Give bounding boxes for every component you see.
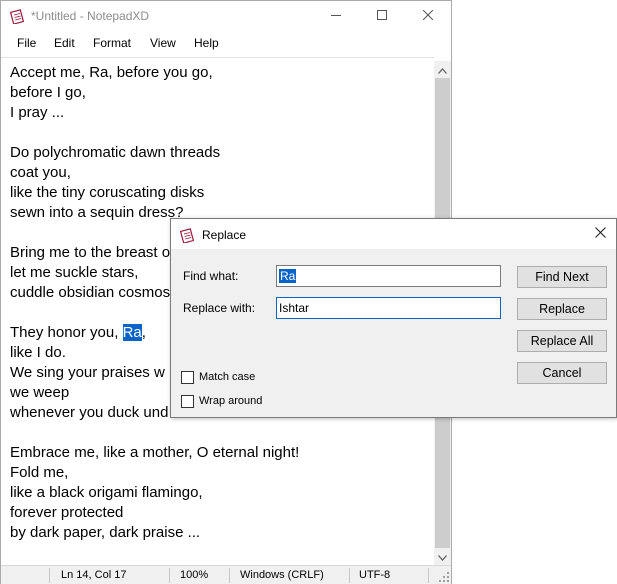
find-what-label: Find what: <box>183 269 239 283</box>
replace-all-button[interactable]: Replace All <box>517 330 607 352</box>
menu-view[interactable]: View <box>150 36 176 50</box>
editor-line: like the tiny coruscating disks <box>10 184 205 201</box>
replace-dialog: Replace Find what: Ra Replace with: Isht… <box>170 218 617 418</box>
dialog-title: Replace <box>202 228 247 242</box>
maximize-icon <box>377 7 387 25</box>
menu-format[interactable]: Format <box>93 36 131 50</box>
close-icon <box>422 7 434 25</box>
editor-line: like a black origami flamingo, <box>10 484 203 501</box>
status-divider <box>229 568 230 583</box>
scroll-up-icon <box>438 61 447 79</box>
selected-text: Ra <box>122 324 142 341</box>
scroll-down-button[interactable] <box>434 548 451 565</box>
dialog-close-button[interactable] <box>584 219 616 249</box>
editor-line: by dark paper, dark praise ... <box>10 524 201 541</box>
replace-button[interactable]: Replace <box>517 298 607 320</box>
status-divider <box>349 568 350 583</box>
editor-line-suffix: , <box>141 324 146 341</box>
replace-with-input[interactable]: Ishtar <box>276 297 501 319</box>
status-position: Ln 14, Col 17 <box>61 569 127 581</box>
editor-line: coat you, <box>10 164 71 181</box>
close-icon <box>594 225 606 243</box>
minimize-button[interactable] <box>313 1 359 31</box>
editor-line-current: They honor you, Ra, <box>10 323 146 343</box>
status-zoom: 100% <box>180 569 209 581</box>
status-divider <box>169 568 170 583</box>
editor-line-prefix: They honor you, <box>10 324 123 341</box>
menu-bar: File Edit Format View Help <box>1 32 451 54</box>
menu-edit[interactable]: Edit <box>54 36 75 50</box>
match-case-checkbox[interactable] <box>181 371 194 384</box>
title-bar[interactable]: *Untitled - NotepadXD <box>1 1 451 31</box>
editor-line: like I do. <box>10 344 66 361</box>
editor-line: Accept me, Ra, before you go, <box>10 64 213 81</box>
editor-line: Do polychromatic dawn threads <box>10 144 221 161</box>
editor-line: before I go, <box>10 84 86 101</box>
editor-line: let me suckle stars, <box>10 264 139 281</box>
wrap-around-label[interactable]: Wrap around <box>199 395 262 407</box>
maximize-button[interactable] <box>359 1 405 31</box>
find-what-input[interactable]: Ra <box>276 265 501 287</box>
resize-grip-icon[interactable] <box>439 570 450 582</box>
dialog-title-bar[interactable]: Replace <box>171 219 616 249</box>
status-divider <box>428 568 429 583</box>
scroll-up-button[interactable] <box>434 61 451 78</box>
editor-line: Fold me, <box>10 464 69 481</box>
editor-line: Embrace me, like a mother, O eternal nig… <box>10 444 300 461</box>
menu-help[interactable]: Help <box>194 36 219 50</box>
scroll-down-icon <box>438 548 447 566</box>
window-title: *Untitled - NotepadXD <box>31 9 150 23</box>
status-line-ending: Windows (CRLF) <box>240 569 324 581</box>
minimize-icon <box>331 7 341 25</box>
editor-line: I pray ... <box>10 104 65 121</box>
close-button[interactable] <box>405 1 451 31</box>
menu-file[interactable]: File <box>17 36 36 50</box>
editor-line: we weep <box>10 384 70 401</box>
replace-with-label: Replace with: <box>183 301 256 315</box>
editor-line: whenever you duck und <box>10 404 169 421</box>
notepad-icon <box>9 8 26 25</box>
editor-line: We sing your praises w <box>10 364 165 381</box>
status-bar: Ln 14, Col 17 100% Windows (CRLF) UTF-8 <box>1 565 451 584</box>
replace-with-value: Ishtar <box>279 301 310 315</box>
editor-line: cuddle obsidian cosmos <box>10 284 171 301</box>
wrap-around-checkbox[interactable] <box>181 395 194 408</box>
editor-line: sewn into a sequin dress? <box>10 204 184 221</box>
find-next-button[interactable]: Find Next <box>517 266 607 288</box>
match-case-label[interactable]: Match case <box>199 371 255 383</box>
cancel-button[interactable]: Cancel <box>517 362 607 384</box>
find-what-value: Ra <box>279 269 297 283</box>
editor-line: Bring me to the breast o <box>10 244 171 261</box>
notepad-icon <box>179 227 196 244</box>
status-divider <box>49 568 50 583</box>
editor-line: forever protected <box>10 504 124 521</box>
status-encoding: UTF-8 <box>359 569 391 581</box>
